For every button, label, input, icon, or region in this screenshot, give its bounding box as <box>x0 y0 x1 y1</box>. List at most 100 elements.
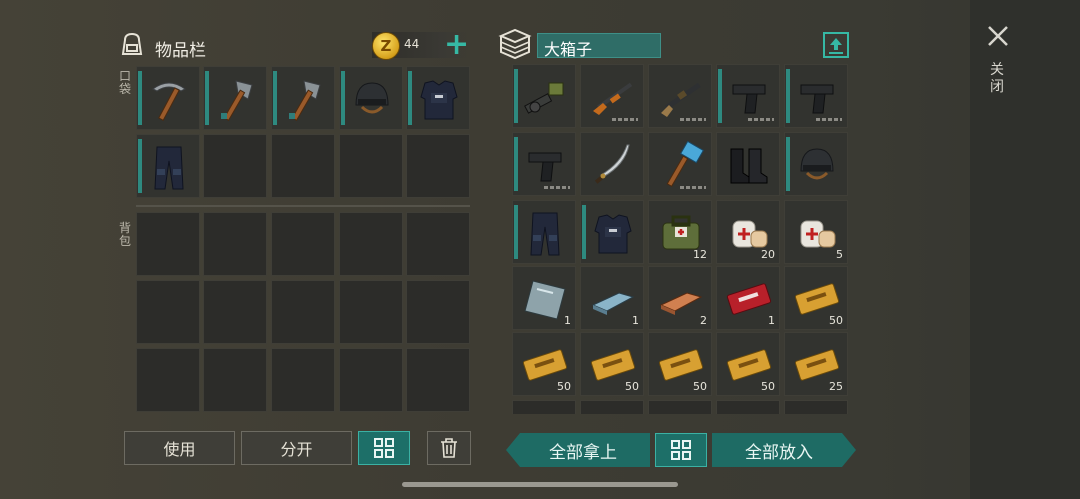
item-slot-survival-kit-coupon[interactable]: 50 <box>580 332 644 396</box>
empty-slot[interactable] <box>271 348 335 412</box>
grid-icon <box>374 438 394 458</box>
item-slot-hatchet[interactable] <box>203 66 267 130</box>
item-slot-bandage[interactable]: 20 <box>716 200 780 264</box>
empty-slot[interactable] <box>203 280 267 344</box>
armored-pants-icon <box>154 146 184 190</box>
empty-slot[interactable] <box>406 280 470 344</box>
item-slot-survival-kit-coupon[interactable]: 25 <box>784 332 848 396</box>
put-all-button[interactable]: 全部放入 <box>712 433 856 467</box>
empty-slot[interactable] <box>716 400 780 414</box>
durability-dots <box>680 118 706 121</box>
pickaxe-icon <box>152 82 186 121</box>
item-slot-pistol[interactable] <box>784 64 848 128</box>
empty-slot[interactable] <box>406 212 470 276</box>
item-slot-survival-kit-coupon[interactable]: 50 <box>784 266 848 330</box>
durability-bar <box>786 69 790 123</box>
empty-slot[interactable] <box>271 280 335 344</box>
empty-slot[interactable] <box>203 212 267 276</box>
stack-count: 20 <box>761 248 775 261</box>
item-slot-pistol[interactable] <box>716 64 780 128</box>
glass-sheet-icon <box>524 280 566 320</box>
upload-icon[interactable] <box>823 32 849 58</box>
stack-count: 50 <box>625 380 639 393</box>
durability-bar <box>138 71 142 125</box>
hatchet-icon <box>221 80 253 122</box>
item-slot-pickaxe[interactable] <box>136 66 200 130</box>
item-slot-helmet[interactable] <box>339 66 403 130</box>
durability-dots <box>816 118 842 121</box>
durability-bar <box>718 69 722 123</box>
stack-count: 12 <box>693 248 707 261</box>
split-button[interactable]: 分开 <box>241 431 352 465</box>
durability-bar <box>138 139 142 193</box>
backpack-label: 背包 <box>118 221 131 248</box>
home-indicator <box>402 482 678 487</box>
empty-slot[interactable] <box>784 400 848 414</box>
use-button[interactable]: 使用 <box>124 431 235 465</box>
item-slot-helmet[interactable] <box>784 132 848 196</box>
stack-count: 2 <box>700 314 707 327</box>
empty-slot[interactable] <box>512 400 576 414</box>
item-slot-boots[interactable] <box>716 132 780 196</box>
helmet-icon <box>800 148 834 180</box>
item-slot-copper-ingot[interactable]: 2 <box>648 266 712 330</box>
item-slot-hatchet[interactable] <box>271 66 335 130</box>
stack-count: 1 <box>768 314 775 327</box>
item-slot-bandage[interactable]: 5 <box>784 200 848 264</box>
empty-slot[interactable] <box>648 400 712 414</box>
empty-slot[interactable] <box>136 212 200 276</box>
durability-bar <box>341 71 345 125</box>
add-coins-button[interactable]: + <box>444 30 469 60</box>
katana-icon <box>594 144 630 184</box>
item-slot-katana[interactable] <box>580 132 644 196</box>
durability-bar <box>582 205 586 259</box>
shotgun-icon <box>661 82 701 117</box>
item-slot-combat-gear-coupon[interactable]: 1 <box>716 266 780 330</box>
box-title-field[interactable]: 大箱子 <box>537 33 661 59</box>
empty-slot[interactable] <box>136 280 200 344</box>
empty-slot[interactable] <box>136 348 200 412</box>
item-slot-sledgehammer[interactable] <box>648 132 712 196</box>
item-slot-body-armor[interactable] <box>580 200 644 264</box>
item-slot-steel-ingot[interactable]: 1 <box>580 266 644 330</box>
empty-slot[interactable] <box>271 134 335 198</box>
item-slot-body-armor[interactable] <box>406 66 470 130</box>
item-slot-glass-sheet[interactable]: 1 <box>512 266 576 330</box>
item-slot-armored-pants[interactable] <box>512 200 576 264</box>
empty-slot[interactable] <box>580 400 644 414</box>
sort-box-button[interactable] <box>655 433 707 467</box>
empty-slot[interactable] <box>339 348 403 412</box>
stack-count: 1 <box>632 314 639 327</box>
item-slot-survival-kit-coupon[interactable]: 50 <box>716 332 780 396</box>
body-armor-icon <box>420 80 458 120</box>
item-slot-armored-pants[interactable] <box>136 134 200 198</box>
empty-slot[interactable] <box>339 280 403 344</box>
item-slot-pistol[interactable] <box>512 132 576 196</box>
durability-bar <box>514 137 518 191</box>
close-icon[interactable] <box>986 24 1010 48</box>
item-slot-survival-kit-coupon[interactable]: 50 <box>512 332 576 396</box>
item-slot-shotgun[interactable] <box>648 64 712 128</box>
empty-slot[interactable] <box>203 348 267 412</box>
durability-dots <box>612 118 638 121</box>
rifle-icon <box>593 82 633 115</box>
stack-count: 50 <box>557 380 571 393</box>
empty-slot[interactable] <box>406 134 470 198</box>
empty-slot[interactable] <box>339 212 403 276</box>
item-slot-rifle[interactable] <box>580 64 644 128</box>
copper-ingot-icon <box>659 292 703 315</box>
item-slot-survival-kit-coupon[interactable]: 50 <box>648 332 712 396</box>
close-label[interactable]: 关闭 <box>989 62 1005 96</box>
box-title: 大箱子 <box>544 40 593 59</box>
item-slot-medkit-bag[interactable]: 12 <box>648 200 712 264</box>
discard-button[interactable] <box>427 431 471 465</box>
take-all-button[interactable]: 全部拿上 <box>506 433 650 467</box>
inventory-title: 物品栏 <box>155 41 206 61</box>
empty-slot[interactable] <box>406 348 470 412</box>
sort-inventory-button[interactable] <box>358 431 410 465</box>
empty-slot[interactable] <box>271 212 335 276</box>
stack-count: 50 <box>829 314 843 327</box>
empty-slot[interactable] <box>203 134 267 198</box>
empty-slot[interactable] <box>339 134 403 198</box>
item-slot-grenade-launcher[interactable] <box>512 64 576 128</box>
